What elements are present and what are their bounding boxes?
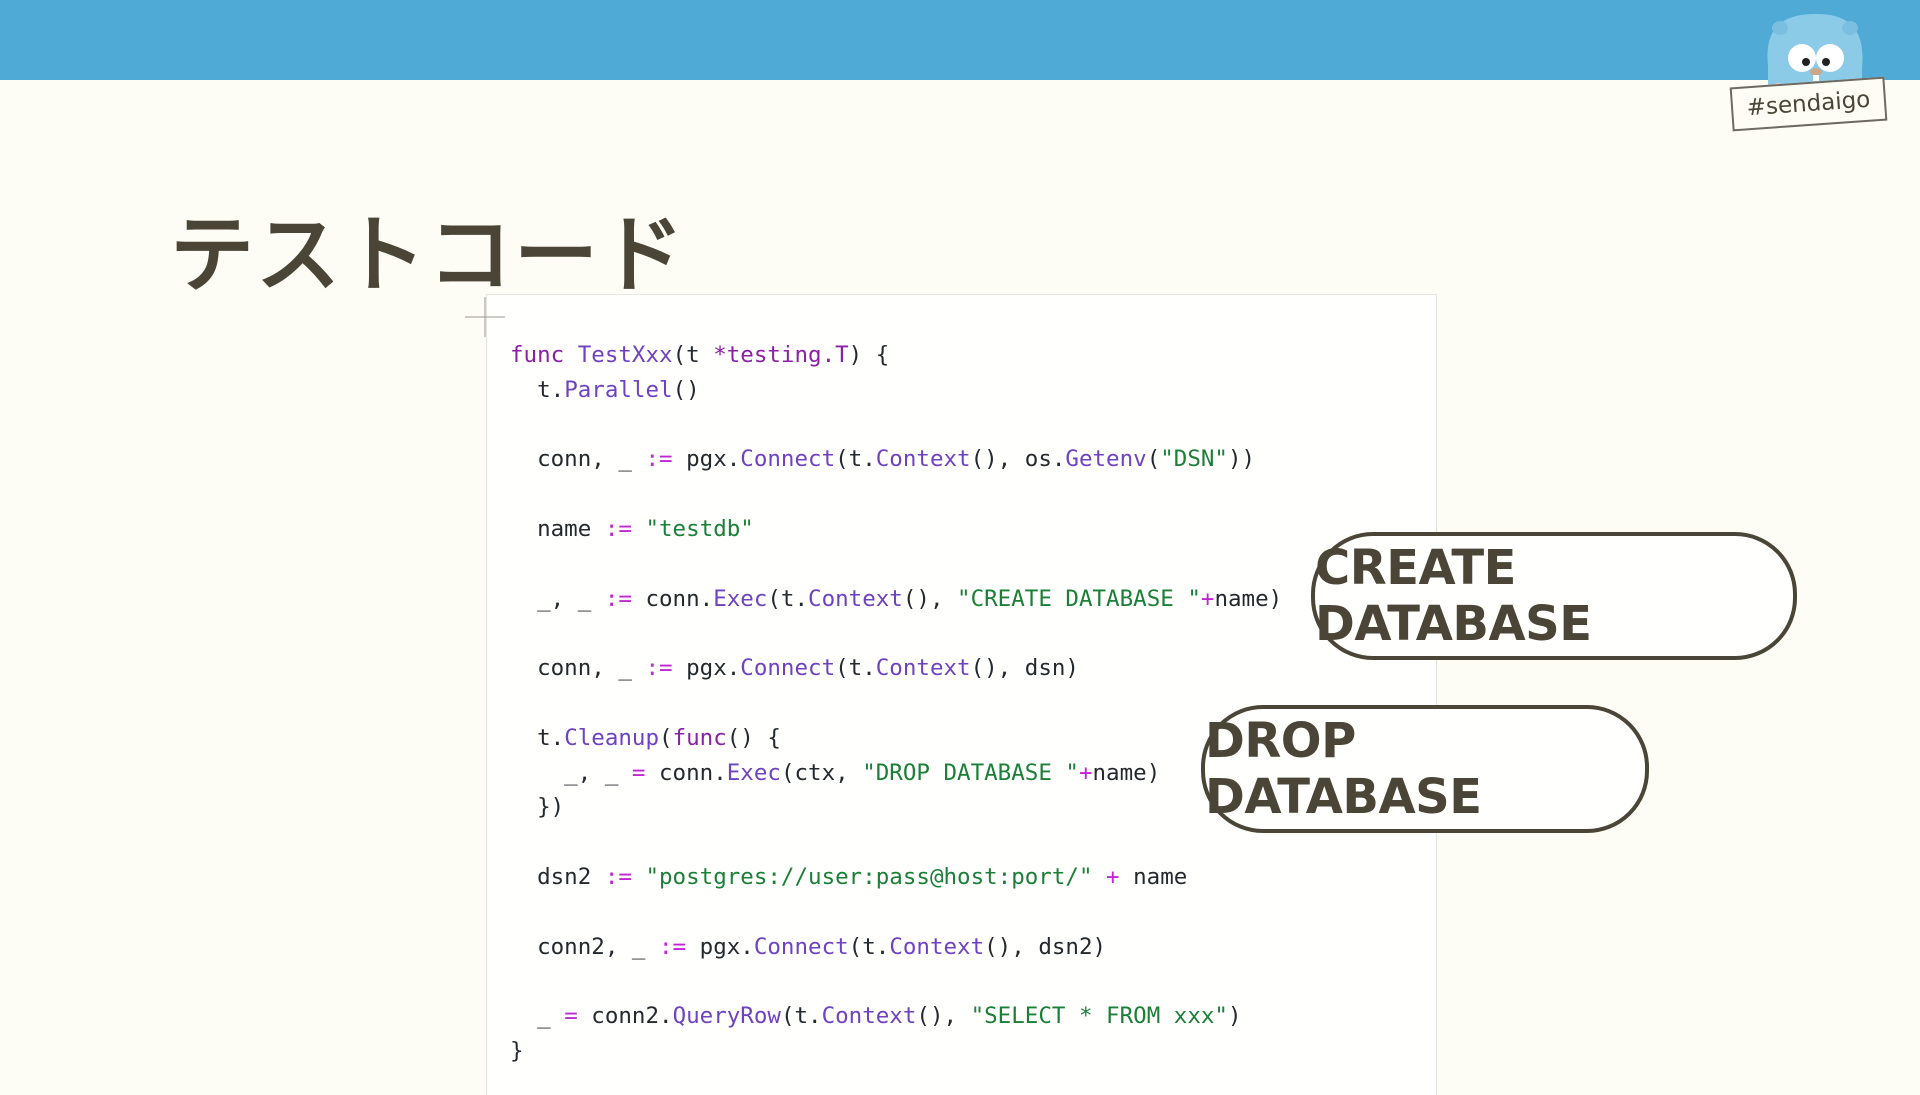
code-token: (t.: [848, 933, 890, 960]
code-token: Parallel: [564, 376, 673, 403]
code-line: _, _ := conn.Exec(t.Context(), "CREATE D…: [510, 586, 1282, 612]
code-token: (: [1146, 446, 1161, 473]
code-line: func TestXxx(t *testing.T) {: [510, 342, 889, 368]
code-token: ): [1227, 1003, 1242, 1030]
code-token: Getenv: [1065, 446, 1147, 473]
code-token: (),: [902, 585, 958, 612]
code-token: name): [1092, 759, 1161, 786]
code-token: +: [1078, 759, 1093, 786]
code-line: t.Parallel(): [510, 377, 700, 403]
code-token: "DSN": [1160, 446, 1228, 473]
header-bar: [0, 0, 1920, 80]
code-token: :=: [645, 655, 673, 682]
code-token: (ctx,: [780, 759, 863, 786]
code-token: t.: [510, 724, 565, 751]
code-line: conn, _ := pgx.Connect(t.Context(), dsn): [510, 655, 1079, 681]
code-token: Connect: [753, 933, 849, 960]
code-token: (): [672, 376, 700, 403]
code-token: (t.: [780, 1003, 822, 1030]
code-token: pgx.: [672, 446, 741, 473]
code-token: (: [659, 724, 673, 751]
code-token: _: [510, 1003, 565, 1030]
code-line: conn, _ := pgx.Connect(t.Context(), os.G…: [510, 446, 1255, 472]
code-line: t.Cleanup(func() {: [510, 725, 781, 751]
code-token: "CREATE DATABASE ": [957, 585, 1201, 612]
code-token: Context: [889, 933, 985, 960]
code-token: conn, _: [510, 655, 646, 682]
code-token: (t.: [767, 585, 809, 612]
code-token: conn, _: [510, 446, 646, 473]
code-token: (),: [916, 1003, 971, 1030]
code-line: }): [510, 794, 564, 820]
code-token: name: [510, 515, 605, 542]
code-token: Context: [875, 655, 971, 682]
code-line: _ = conn2.QueryRow(t.Context(), "SELECT …: [510, 1003, 1242, 1030]
code-token: TestXxx: [577, 342, 673, 368]
code-token: :=: [645, 446, 673, 473]
code-token: _, _: [510, 759, 632, 786]
code-line: dsn2 := "postgres://user:pass@host:port/…: [510, 864, 1187, 890]
code-token: Exec: [713, 585, 768, 612]
code-token: )): [1227, 446, 1256, 473]
code-token: +: [1200, 585, 1215, 612]
code-token: Context: [821, 1003, 917, 1030]
code-token: :=: [604, 863, 632, 890]
code-token: :=: [659, 933, 687, 960]
code-token: (), dsn2): [984, 933, 1107, 960]
code-token: =: [631, 759, 646, 786]
code-token: (t.: [835, 655, 876, 682]
code-token: :=: [604, 515, 632, 542]
code-token: pgx.: [686, 933, 754, 960]
code-line: }: [510, 1038, 524, 1064]
code-line: name := "testdb": [510, 516, 754, 542]
code-token: Connect: [740, 655, 836, 682]
code-token: dsn2: [510, 863, 605, 890]
code-token: func: [672, 724, 727, 751]
code-token: _, _: [510, 585, 605, 612]
code-token: () {: [726, 724, 781, 751]
code-token: "DROP DATABASE ": [862, 759, 1079, 786]
code-token: }): [510, 794, 565, 821]
drop-database-callout: DROP DATABASE: [1201, 705, 1649, 833]
code-token: }: [510, 1037, 524, 1064]
code-token: pgx.: [672, 655, 741, 682]
code-token: *testing.T: [713, 342, 849, 368]
code-token: Connect: [740, 446, 836, 473]
code-token: Cleanup: [564, 724, 660, 751]
code-token: conn.: [631, 585, 714, 612]
code-line: conn2, _ := pgx.Connect(t.Context(), dsn…: [510, 934, 1106, 960]
code-token: "testdb": [645, 515, 754, 542]
code-token: func: [510, 342, 565, 368]
code-token: Exec: [726, 759, 781, 786]
code-token: QueryRow: [672, 1003, 781, 1030]
code-token: ) {: [848, 342, 890, 368]
code-token: conn2.: [577, 1003, 673, 1030]
code-token: conn2, _: [510, 933, 660, 960]
code-token: "SELECT * FROM xxx": [970, 1003, 1228, 1030]
slide-title: テストコード: [170, 206, 687, 304]
code-token: "postgres://user:pass@host:port/": [645, 863, 1093, 890]
code-token: Context: [808, 585, 903, 612]
code-listing: func TestXxx(t *testing.T) { t.Parallel(…: [510, 338, 1282, 1069]
code-token: (), dsn): [970, 655, 1079, 682]
code-token: conn.: [645, 759, 727, 786]
code-token: (), os.: [970, 446, 1066, 473]
code-token: +: [1106, 863, 1120, 890]
code-line: _, _ = conn.Exec(ctx, "DROP DATABASE "+n…: [510, 760, 1160, 786]
code-token: name): [1214, 585, 1283, 612]
code-token: (t: [672, 342, 714, 368]
code-token: =: [564, 1003, 578, 1030]
code-token: :=: [604, 585, 632, 612]
create-database-callout: CREATE DATABASE: [1311, 532, 1797, 660]
code-token: name: [1119, 863, 1188, 890]
code-token: Context: [875, 446, 971, 473]
crosshair-icon: [465, 297, 505, 337]
code-token: (t.: [835, 446, 876, 473]
code-token: t.: [510, 376, 565, 403]
